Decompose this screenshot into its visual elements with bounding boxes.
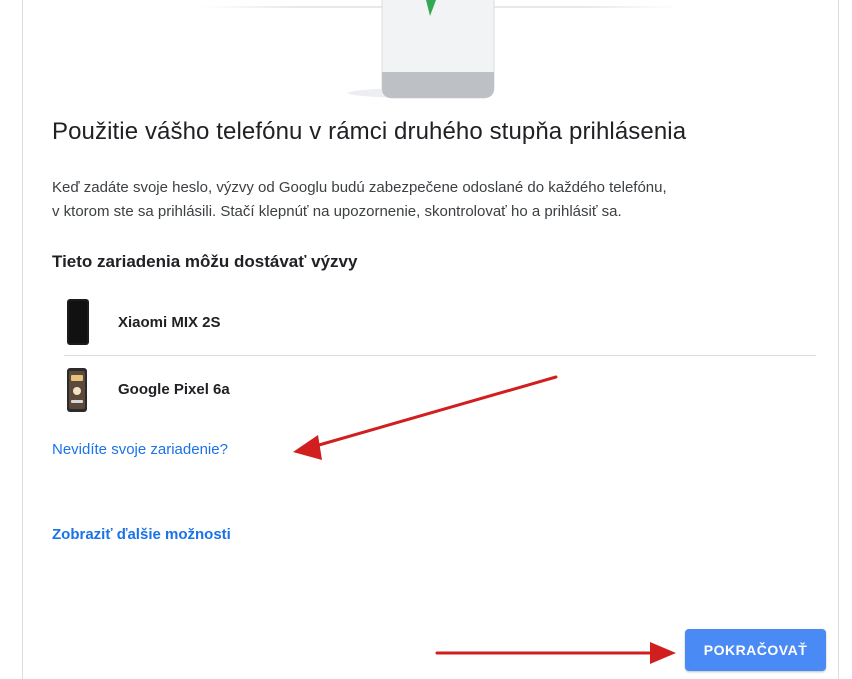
device-divider bbox=[64, 355, 816, 356]
more-options-link[interactable]: Zobraziť ďalšie možnosti bbox=[52, 526, 231, 543]
card-border-left bbox=[22, 0, 23, 679]
phone-icon bbox=[67, 368, 87, 412]
device-item: Google Pixel 6a bbox=[52, 361, 816, 417]
device-name: Google Pixel 6a bbox=[118, 381, 230, 398]
page-title: Použitie vášho telefónu v rámci druhého … bbox=[52, 118, 687, 145]
devices-heading: Tieto zariadenia môžu dostávať výzvy bbox=[52, 252, 358, 271]
description-line-1: Keď zadáte svoje heslo, výzvy od Googlu … bbox=[52, 179, 667, 196]
description-line-2: v ktorom ste sa prihlásili. Stačí klepnú… bbox=[52, 203, 622, 220]
card-border-right bbox=[838, 0, 839, 679]
device-name: Xiaomi MIX 2S bbox=[118, 314, 221, 331]
page-description: Keď zadáte svoje heslo, výzvy od Googlu … bbox=[52, 176, 812, 224]
phone-illustration bbox=[348, 0, 495, 99]
missing-device-link[interactable]: Nevidíte svoje zariadenie? bbox=[52, 441, 228, 458]
device-item: Xiaomi MIX 2S bbox=[52, 294, 816, 350]
phone-icon bbox=[67, 299, 89, 345]
setup-page: Použitie vášho telefónu v rámci druhého … bbox=[0, 0, 852, 679]
arrow-to-continue-button bbox=[435, 642, 676, 664]
continue-button[interactable]: POKRAČOVAŤ bbox=[685, 629, 826, 671]
